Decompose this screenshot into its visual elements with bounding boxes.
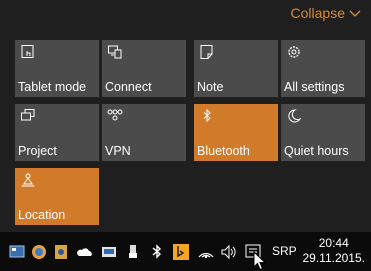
wifi-icon[interactable] — [197, 243, 215, 261]
input-language[interactable]: SRP — [272, 244, 297, 258]
tile-bluetooth[interactable]: Bluetooth — [194, 104, 278, 161]
mouse-cursor-icon — [253, 251, 267, 271]
clock-date: 29.11.2015. — [302, 251, 365, 265]
tile-label: Connect — [105, 80, 152, 94]
collapse-button[interactable]: Collapse — [291, 5, 361, 21]
tile-tablet-mode[interactable]: Tablet mode — [15, 40, 99, 97]
tile-label: Project — [18, 144, 57, 158]
action-center-panel: Collapse Tablet mode Connect Note All se… — [0, 0, 371, 232]
app-icon-1[interactable] — [8, 243, 26, 261]
tile-project[interactable]: Project — [15, 104, 99, 161]
chevron-down-icon — [349, 10, 361, 17]
browser-icon[interactable] — [30, 243, 48, 261]
tile-location[interactable]: Location — [15, 168, 99, 225]
tile-label: VPN — [105, 144, 131, 158]
tile-label: Quiet hours — [284, 144, 349, 158]
usb-icon[interactable] — [124, 243, 142, 261]
tile-label: Location — [18, 208, 66, 222]
clock-time: 20:44 — [318, 236, 349, 250]
clock[interactable]: 20:44 29.11.2015. — [302, 236, 365, 266]
network-app-icon[interactable] — [100, 243, 118, 261]
tile-label: All settings — [284, 80, 345, 94]
tile-label: Note — [197, 80, 224, 94]
tile-label: Bluetooth — [197, 144, 250, 158]
tile-note[interactable]: Note — [194, 40, 278, 97]
vpn-icon — [107, 108, 123, 124]
tile-label: Tablet mode — [18, 80, 87, 94]
tile-vpn[interactable]: VPN — [102, 104, 186, 161]
taskbar: SRP 20:44 29.11.2015. — [0, 232, 371, 271]
location-icon — [20, 172, 36, 188]
tablet-mode-icon — [20, 44, 36, 60]
project-icon — [20, 108, 36, 124]
tile-all-settings[interactable]: All settings — [281, 40, 365, 97]
bluetooth-icon — [199, 108, 215, 124]
onedrive-icon[interactable] — [76, 243, 94, 261]
moon-icon — [286, 108, 302, 124]
bluetooth-tray-icon[interactable] — [148, 243, 166, 261]
collapse-label: Collapse — [290, 5, 345, 21]
note-icon — [199, 44, 215, 60]
connect-icon — [107, 44, 123, 60]
bing-icon[interactable] — [172, 243, 190, 261]
tile-quiet-hours[interactable]: Quiet hours — [281, 104, 365, 161]
tile-connect[interactable]: Connect — [102, 40, 186, 97]
app-icon-2[interactable] — [52, 243, 70, 261]
gear-icon — [286, 44, 302, 60]
volume-icon[interactable] — [220, 243, 238, 261]
